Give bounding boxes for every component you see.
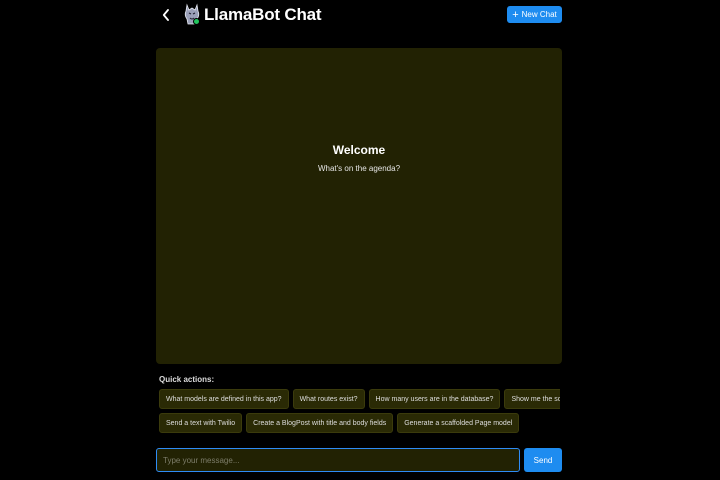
new-chat-button[interactable]: + New Chat [507, 6, 562, 23]
online-status-dot [193, 18, 200, 25]
welcome-title: Welcome [332, 143, 386, 157]
message-input-wrapper [156, 448, 520, 472]
quick-action-routes[interactable]: What routes exist? [292, 389, 365, 409]
quick-action-users-count[interactable]: How many users are in the database? [368, 389, 501, 409]
quick-actions-row-2: Send a text with Twilio Create a BlogPos… [159, 413, 520, 433]
quick-action-schema[interactable]: Show me the schema for the [504, 389, 560, 409]
quick-action-blogpost[interactable]: Create a BlogPost with title and body fi… [246, 413, 394, 433]
send-button[interactable]: Send [524, 448, 562, 472]
welcome-subtitle: What's on the agenda? [317, 164, 401, 173]
quick-action-page-model[interactable]: Generate a scaffolded Page model [397, 413, 520, 433]
chat-header: LlamaBot Chat + New Chat [156, 0, 562, 32]
quick-actions-row-1: What models are defined in this app? Wha… [159, 389, 560, 409]
quick-actions-label: Quick actions: [159, 375, 215, 384]
chevron-left-icon [162, 9, 169, 21]
message-input[interactable] [157, 449, 519, 471]
plus-icon: + [512, 8, 519, 21]
new-chat-label: New Chat [521, 10, 557, 19]
back-button[interactable] [160, 5, 172, 25]
app-title: LlamaBot Chat [204, 5, 322, 24]
quick-action-models[interactable]: What models are defined in this app? [159, 389, 289, 409]
quick-action-twilio[interactable]: Send a text with Twilio [159, 413, 243, 433]
chat-messages-panel: Welcome What's on the agenda? [156, 48, 562, 364]
